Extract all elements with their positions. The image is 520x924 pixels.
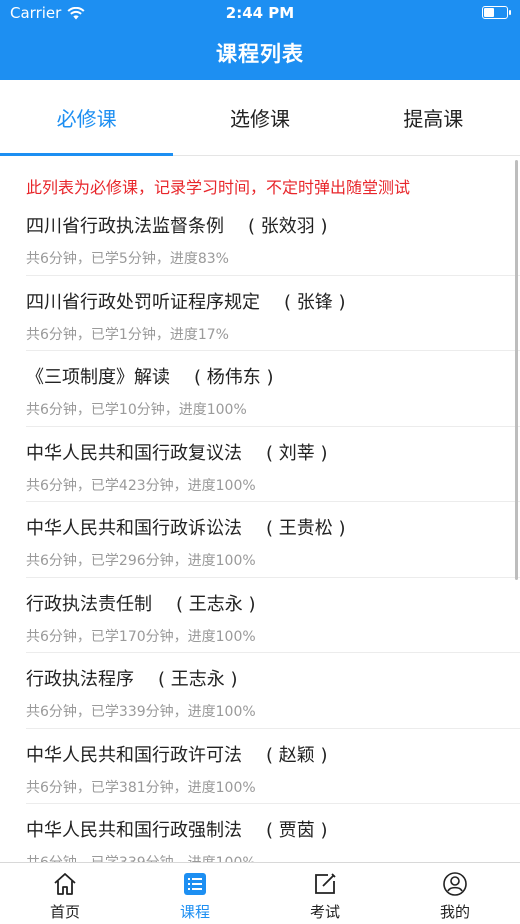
tab-advanced[interactable]: 提高课 <box>347 80 520 155</box>
course-teacher: ( 刘莘 ) <box>266 442 328 464</box>
course-item[interactable]: 《三项制度》解读 ( 杨伟东 ) 共6分钟，已学10分钟，进度100% <box>26 351 520 427</box>
tabbar-label: 首页 <box>49 903 80 921</box>
course-item[interactable]: 中华人民共和国行政强制法 ( 贾茵 ) 共6分钟，已学339分钟，进度100% <box>26 804 520 862</box>
course-title: 四川省行政处罚听证程序规定 <box>26 291 260 313</box>
course-title: 中华人民共和国行政诉讼法 <box>26 518 242 539</box>
tabbar-item-courses[interactable]: 课程 <box>130 863 260 924</box>
course-teacher: ( 赵颖 ) <box>266 744 328 766</box>
tab-required[interactable]: 必修课 <box>0 80 174 156</box>
tabbar-label: 我的 <box>439 903 470 921</box>
course-title: 行政执法责任制 <box>26 593 152 615</box>
scrollbar[interactable] <box>515 160 518 580</box>
tabbar-item-home[interactable]: 首页 <box>0 863 130 924</box>
course-item[interactable]: 中华人民共和国行政复议法 ( 刘莘 ) 共6分钟，已学423分钟，进度100% <box>26 427 520 502</box>
status-bar: Carrier 2:44 PM <box>0 0 520 26</box>
course-teacher: ( 张效羽 ) <box>248 216 328 237</box>
tabbar-label: 课程 <box>179 903 210 921</box>
course-item[interactable]: 四川省行政处罚听证程序规定 ( 张锋 ) 共6分钟，已学1分钟，进度17% <box>26 276 520 351</box>
course-teacher: ( 贾茵 ) <box>266 820 328 841</box>
course-meta: 共6分钟，已学423分钟，进度100% <box>26 477 256 494</box>
tabbar-item-exam[interactable]: 考试 <box>260 863 390 924</box>
segment-tabs: 必修课 选修课 提高课 <box>0 80 520 156</box>
battery-icon <box>482 6 511 19</box>
bottom-tab-bar: 首页 课程 考试 我的 <box>0 862 520 924</box>
home-icon <box>54 873 76 895</box>
course-title: 中华人民共和国行政许可法 <box>26 744 242 766</box>
course-meta: 共6分钟，已学296分钟，进度100% <box>26 553 256 569</box>
course-teacher: ( 张锋 ) <box>284 291 346 313</box>
course-list[interactable]: 此列表为必修课，记录学习时间，不定时弹出随堂测试 四川省行政执法监督条例 ( 张效… <box>0 156 520 862</box>
nav-bar: Carrier 2:44 PM 课程列表 <box>0 0 520 80</box>
tab-elective[interactable]: 选修课 <box>173 80 346 155</box>
course-teacher: ( 王志永 ) <box>158 669 238 690</box>
clock: 2:44 PM <box>225 4 295 22</box>
course-meta: 共6分钟，已学1分钟，进度17% <box>26 326 229 343</box>
course-teacher: ( 王志永 ) <box>176 593 256 615</box>
user-icon <box>443 872 467 896</box>
course-item[interactable]: 行政执法责任制 ( 王志永 ) 共6分钟，已学170分钟，进度100% <box>26 578 520 653</box>
course-teacher: ( 王贵松 ) <box>266 518 346 539</box>
course-title: 中华人民共和国行政复议法 <box>26 442 242 464</box>
course-item[interactable]: 行政执法程序 ( 王志永 ) 共6分钟，已学339分钟，进度100% <box>26 653 520 729</box>
course-title: 《三项制度》解读 <box>26 367 170 388</box>
course-meta: 共6分钟，已学10分钟，进度100% <box>26 402 247 418</box>
course-item[interactable]: 四川省行政执法监督条例 ( 张效羽 ) 共6分钟，已学5分钟，进度83% <box>26 200 520 276</box>
notice-text: 此列表为必修课，记录学习时间，不定时弹出随堂测试 <box>26 178 411 197</box>
course-teacher: ( 杨伟东 ) <box>194 367 274 388</box>
course-item[interactable]: 中华人民共和国行政许可法 ( 赵颖 ) 共6分钟，已学381分钟，进度100% <box>26 729 520 804</box>
list-icon <box>184 873 206 895</box>
course-meta: 共6分钟，已学339分钟，进度100% <box>26 852 520 862</box>
tabbar-label: 考试 <box>309 903 340 921</box>
page-title: 课程列表 <box>216 42 304 66</box>
course-meta: 共6分钟，已学381分钟，进度100% <box>26 779 256 796</box>
course-item[interactable]: 中华人民共和国行政诉讼法 ( 王贵松 ) 共6分钟，已学296分钟，进度100% <box>26 502 520 578</box>
course-meta: 共6分钟，已学339分钟，进度100% <box>26 704 256 720</box>
course-title: 行政执法程序 <box>26 669 134 690</box>
course-meta: 共6分钟，已学170分钟，进度100% <box>26 628 256 645</box>
course-title: 中华人民共和国行政强制法 <box>26 820 242 841</box>
tabbar-item-profile[interactable]: 我的 <box>390 863 520 924</box>
course-meta: 共6分钟，已学5分钟，进度83% <box>26 251 229 267</box>
course-title: 四川省行政执法监督条例 <box>26 216 224 237</box>
edit-icon <box>315 873 336 894</box>
